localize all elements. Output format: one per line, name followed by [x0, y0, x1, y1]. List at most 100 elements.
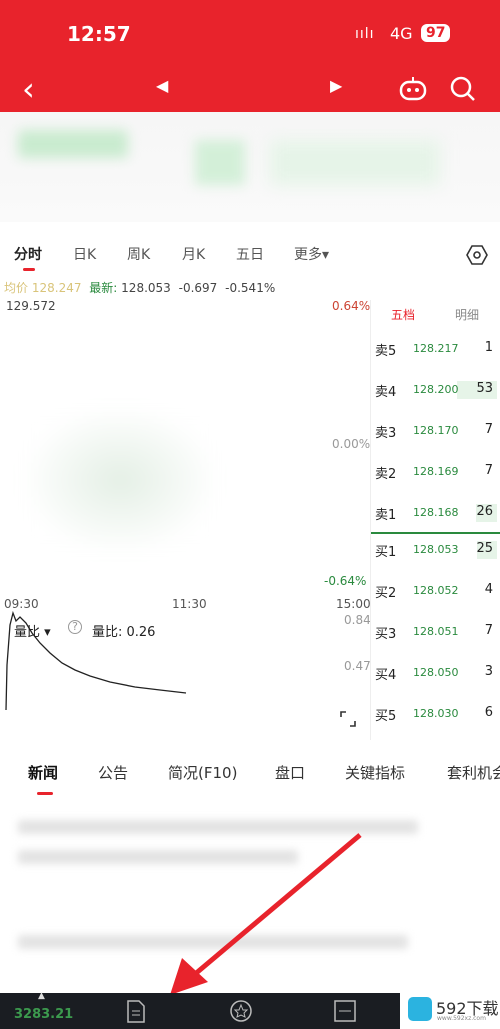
level-price: 128.169: [413, 465, 459, 478]
level-price: 128.052: [413, 584, 459, 597]
blurred-block: [270, 140, 440, 185]
level-volume: 4: [484, 582, 493, 597]
level-volume: 7: [484, 422, 493, 437]
tab-five-day[interactable]: 五日: [236, 244, 264, 264]
tab-intraday[interactable]: 分时: [14, 244, 42, 264]
bid-row[interactable]: 买1 128.053 25: [371, 541, 500, 561]
level-price: 128.217: [413, 342, 459, 355]
active-tab-indicator: [23, 268, 35, 271]
level-volume: 7: [484, 623, 493, 638]
bid-row[interactable]: 买2 128.052 4: [371, 582, 500, 602]
level-label: 卖3: [375, 426, 397, 441]
status-time: 12:57: [67, 22, 131, 46]
tab-daily-k[interactable]: 日K: [73, 244, 96, 264]
level-price: 128.051: [413, 625, 459, 638]
level-label: 卖4: [375, 385, 397, 400]
level-volume: 7: [484, 463, 493, 478]
bid-row[interactable]: 买5 128.030 6: [371, 705, 500, 725]
tab-arbitrage[interactable]: 套利机会: [447, 762, 500, 783]
level-label: 买5: [375, 709, 397, 724]
level-label: 卖5: [375, 344, 397, 359]
next-stock-button[interactable]: ▶: [330, 76, 342, 95]
level-price: 128.168: [413, 506, 459, 519]
settings-icon[interactable]: [466, 244, 488, 266]
tab-key-metrics[interactable]: 关键指标: [345, 762, 405, 783]
battery-level: 97: [421, 24, 451, 42]
volume-ratio-line: [5, 610, 187, 711]
tab-monthly-k[interactable]: 月K: [182, 244, 205, 264]
ask-row[interactable]: 卖4 128.200 53: [371, 381, 500, 401]
level-volume: 3: [484, 664, 493, 679]
vol-axis-mid: 0.47: [344, 659, 371, 673]
blurred-chart: [20, 405, 220, 555]
tab-announcements[interactable]: 公告: [98, 762, 128, 783]
tab-more[interactable]: 更多▾: [294, 244, 329, 264]
prev-stock-button[interactable]: ◀: [156, 76, 168, 95]
header-bar: 12:57 ıılı 4G 97 ‹ ◀ ▶: [0, 0, 500, 112]
level-price: 128.050: [413, 666, 459, 679]
fullscreen-icon[interactable]: [338, 709, 358, 729]
level-label: 卖1: [375, 508, 397, 523]
red-arrow-annotation: [170, 833, 362, 995]
tab-order-book[interactable]: 盘口: [275, 762, 305, 783]
watermark-url: www.592xz.com: [437, 1015, 486, 1022]
ask-row[interactable]: 卖5 128.217 1: [371, 340, 500, 360]
level-price: 128.200: [413, 383, 459, 396]
avg-label: 均价: [4, 281, 29, 295]
up-arrow-icon: ▲: [38, 991, 45, 1001]
document-icon[interactable]: [125, 999, 147, 1023]
level-label: 卖2: [375, 467, 397, 482]
level-label: 买1: [375, 545, 397, 560]
network-type: 4G: [390, 24, 413, 43]
back-button[interactable]: ‹: [22, 70, 35, 108]
info-tabs: 新闻 公告 简况(F10) 盘口 关键指标 套利机会: [0, 762, 500, 795]
level-price: 128.053: [413, 543, 459, 556]
watermark-logo: [408, 997, 432, 1021]
tab-weekly-k[interactable]: 周K: [127, 244, 150, 264]
change-pct: -0.541%: [225, 281, 276, 295]
blurred-block: [195, 140, 245, 185]
bottom-bar: ▲ 3283.21 592下载 www.592xz.com: [0, 991, 500, 1029]
top-pct: 0.64%: [332, 299, 371, 313]
chart-tabs: 分时 日K 周K 月K 五日 更多▾: [0, 244, 500, 268]
high-price: 129.572: [6, 299, 56, 313]
level-label: 买3: [375, 627, 397, 642]
level-price: 128.170: [413, 424, 459, 437]
latest-price: 128.053: [121, 281, 171, 295]
bid-row[interactable]: 买4 128.050 3: [371, 664, 500, 684]
order-book: 五档 明细 卖5 128.217 1 卖4 128.200 53 卖3 128.170 7 卖2 1…: [370, 300, 500, 740]
level-volume: 26: [476, 504, 493, 519]
intraday-chart[interactable]: 129.572 0.64% 0.00% -0.64% 09:30 11:30 1…: [0, 295, 371, 740]
vol-axis-top: 0.84: [344, 613, 371, 627]
avg-price: 128.247: [31, 281, 82, 295]
search-icon[interactable]: [450, 76, 476, 102]
change: -0.697: [178, 281, 218, 295]
index-value[interactable]: 3283.21: [14, 1007, 73, 1022]
level-label: 买2: [375, 586, 397, 601]
level-volume: 25: [476, 541, 493, 556]
level-volume: 1: [484, 340, 493, 355]
star-icon[interactable]: [228, 999, 254, 1023]
ask-row[interactable]: 卖3 128.170 7: [371, 422, 500, 442]
level-label: 买4: [375, 668, 397, 683]
level-price: 128.030: [413, 707, 459, 720]
signal-icon: ıılı: [355, 26, 375, 42]
latest-label: 最新:: [89, 281, 118, 295]
time-end: 15:00: [336, 597, 371, 611]
mid-pct: 0.00%: [332, 437, 371, 451]
ask-row[interactable]: 卖1 128.168 26: [371, 504, 500, 524]
bid-row[interactable]: 买3 128.051 7: [371, 623, 500, 643]
tab-five-levels[interactable]: 五档: [391, 306, 415, 323]
tab-details[interactable]: 明细: [455, 306, 479, 323]
active-tab-indicator: [37, 792, 53, 795]
robot-icon[interactable]: [398, 76, 428, 102]
spread-divider: [371, 532, 500, 534]
bottom-pct: -0.64%: [324, 574, 367, 588]
trade-icon[interactable]: [333, 999, 357, 1023]
ask-row[interactable]: 卖2 128.169 7: [371, 463, 500, 483]
blurred-price: [18, 130, 128, 158]
level-volume: 6: [484, 705, 493, 720]
tab-news[interactable]: 新闻: [28, 762, 58, 783]
price-info: 均价 128.247 最新: 128.053 -0.697 -0.541%: [4, 279, 275, 296]
tab-profile[interactable]: 简况(F10): [168, 762, 237, 783]
